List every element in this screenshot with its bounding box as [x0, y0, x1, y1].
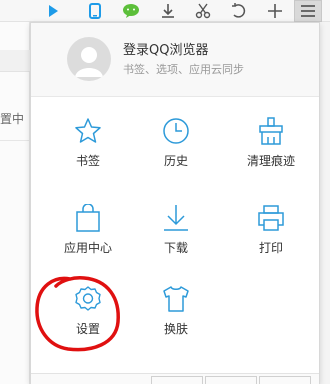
- star-icon: [74, 117, 102, 145]
- gear-icon: [74, 285, 102, 313]
- menu-item-label: 下载: [163, 241, 188, 255]
- menu-item-label: 书签: [75, 154, 100, 168]
- download-icon: [162, 204, 190, 232]
- menu-item-downloads[interactable]: 下载: [136, 204, 216, 268]
- popup-footer: [31, 373, 319, 384]
- footer-option[interactable]: [259, 376, 311, 384]
- menu-item-skins[interactable]: 换肤: [136, 285, 216, 349]
- menu-item-label: 换肤: [163, 322, 188, 336]
- menu-item-app-center[interactable]: 应用中心: [48, 203, 128, 268]
- menu-item-label: 历史: [163, 154, 188, 168]
- page-background: 置中: [0, 22, 30, 384]
- menu-item-label: 设置: [75, 322, 100, 336]
- login-title[interactable]: 登录QQ浏览器: [123, 39, 208, 58]
- bag-icon: [74, 203, 102, 232]
- printer-icon: [257, 204, 285, 232]
- wechat-icon[interactable]: [118, 0, 144, 22]
- footer-option[interactable]: [205, 376, 257, 384]
- menu-item-history[interactable]: 历史: [136, 117, 216, 181]
- play-icon[interactable]: [40, 0, 66, 22]
- undo-icon[interactable]: [226, 0, 252, 22]
- menu-item-settings[interactable]: 设置: [48, 285, 128, 349]
- broom-icon: [257, 117, 285, 145]
- toolbar: [0, 0, 330, 22]
- shirt-icon: [162, 285, 190, 313]
- clock-icon: [162, 117, 190, 145]
- menu-item-bookmarks[interactable]: 书签: [48, 117, 128, 181]
- page-partial-text: 置中: [0, 112, 25, 126]
- download-icon[interactable]: [155, 0, 181, 22]
- scrollbar-area: [320, 22, 330, 384]
- menu-icon[interactable]: [294, 0, 322, 22]
- plus-icon[interactable]: [262, 0, 288, 22]
- menu-item-label: 清理痕迹: [246, 154, 295, 168]
- menu-item-label: 打印: [258, 241, 283, 255]
- footer-option[interactable]: [151, 376, 203, 384]
- phone-icon[interactable]: [82, 0, 108, 22]
- divider: [0, 140, 30, 141]
- menu-item-label: 应用中心: [63, 241, 112, 255]
- avatar[interactable]: [67, 37, 111, 81]
- main-menu-popup: 登录QQ浏览器 书签、选项、应用云同步 书签 历史 清理痕迹 应用中心 下载 打…: [30, 22, 320, 384]
- scissors-icon[interactable]: [190, 0, 216, 22]
- login-subtitle: 书签、选项、应用云同步: [123, 63, 244, 76]
- login-header[interactable]: 登录QQ浏览器 书签、选项、应用云同步: [31, 23, 319, 97]
- menu-item-print[interactable]: 打印: [231, 204, 311, 268]
- page-tab-strip: [0, 50, 30, 72]
- menu-item-clear-traces[interactable]: 清理痕迹: [231, 117, 311, 181]
